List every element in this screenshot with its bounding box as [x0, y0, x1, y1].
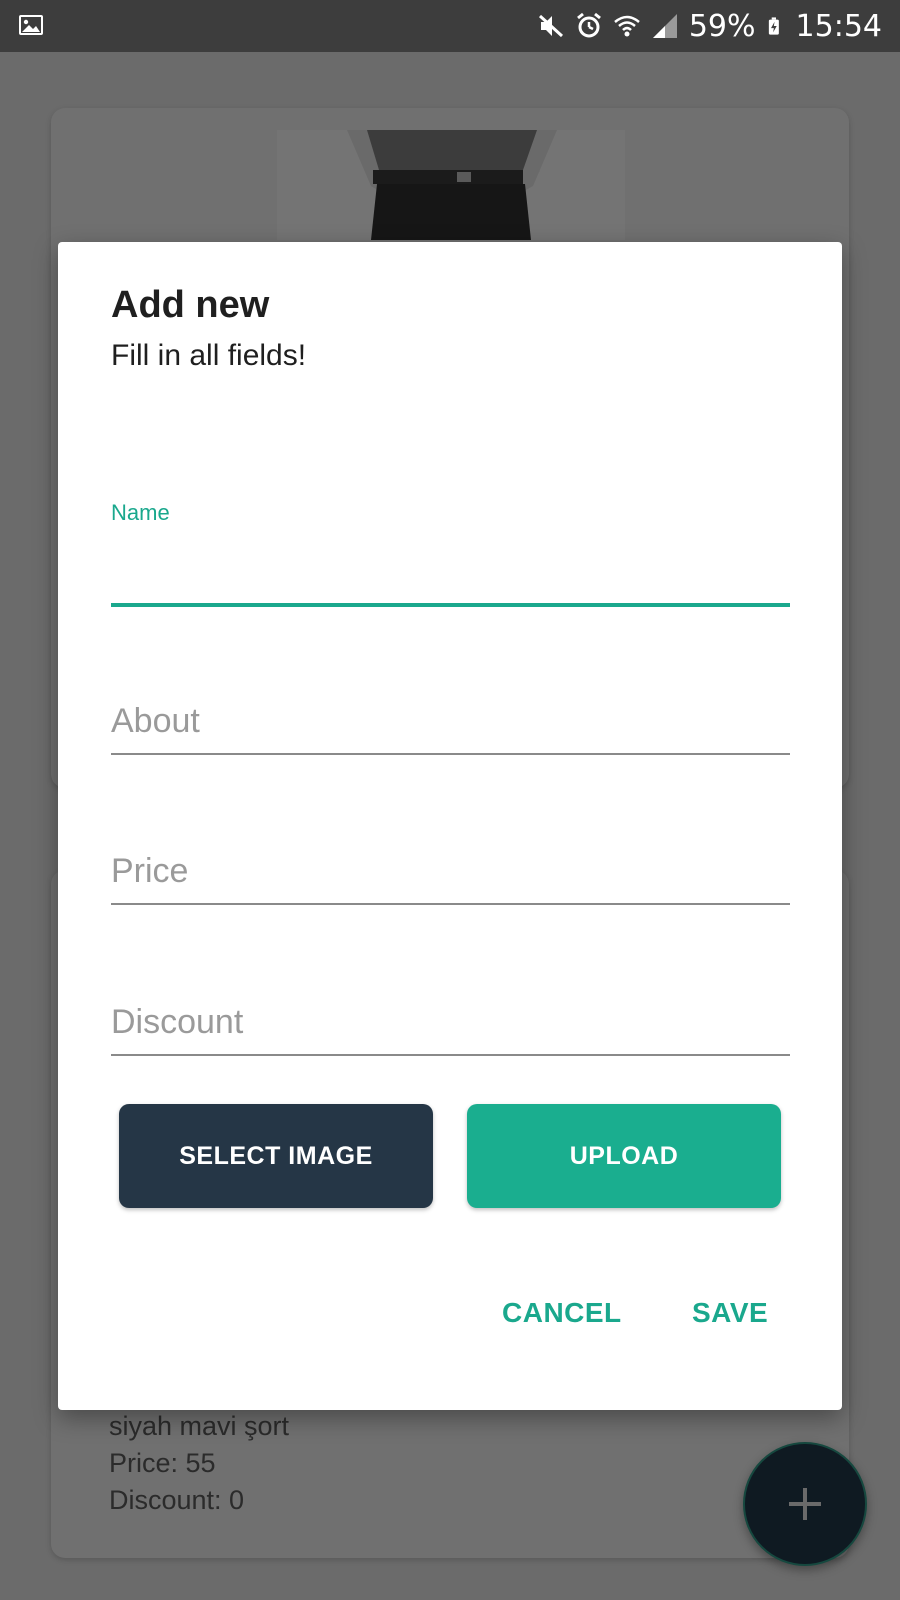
clock: 15:54	[795, 8, 882, 44]
price-field[interactable]: Price	[111, 852, 790, 912]
upload-button[interactable]: UPLOAD	[467, 1104, 781, 1208]
select-image-button[interactable]: SELECT IMAGE	[119, 1104, 433, 1208]
wifi-icon	[614, 15, 640, 37]
dialog-subtitle: Fill in all fields!	[111, 339, 307, 372]
product-price: Price: 55	[109, 1448, 216, 1478]
discount-field-underline	[111, 1054, 790, 1056]
battery-percentage: 59%	[688, 8, 756, 44]
discount-placeholder: Discount	[111, 1003, 244, 1041]
about-placeholder: About	[111, 702, 200, 740]
about-field[interactable]: About	[111, 702, 790, 762]
alarm-icon	[576, 12, 601, 38]
product-photo	[277, 130, 625, 240]
status-bar: 59% 15:54	[0, 0, 900, 52]
name-field[interactable]: Name	[111, 500, 790, 610]
add-new-dialog: Add new Fill in all fields! Name About P…	[58, 242, 842, 1410]
discount-field[interactable]: Discount	[111, 1003, 790, 1063]
save-button[interactable]: SAVE	[692, 1297, 768, 1329]
dialog-title: Add new	[111, 284, 270, 326]
about-field-underline	[111, 753, 790, 755]
name-field-underline	[111, 603, 790, 607]
mute-icon	[538, 14, 563, 38]
gallery-icon	[19, 15, 43, 35]
add-fab-button[interactable]	[743, 1442, 867, 1566]
plus-icon	[789, 1488, 821, 1520]
product-discount: Discount: 0	[109, 1485, 245, 1515]
product-image	[277, 130, 625, 240]
name-field-label: Name	[111, 500, 170, 525]
price-placeholder: Price	[111, 852, 189, 890]
battery-icon	[768, 17, 779, 35]
cancel-button[interactable]: CANCEL	[502, 1297, 622, 1329]
product-name: siyah mavi şort	[109, 1411, 290, 1441]
price-field-underline	[111, 903, 790, 905]
signal-icon	[652, 14, 677, 38]
